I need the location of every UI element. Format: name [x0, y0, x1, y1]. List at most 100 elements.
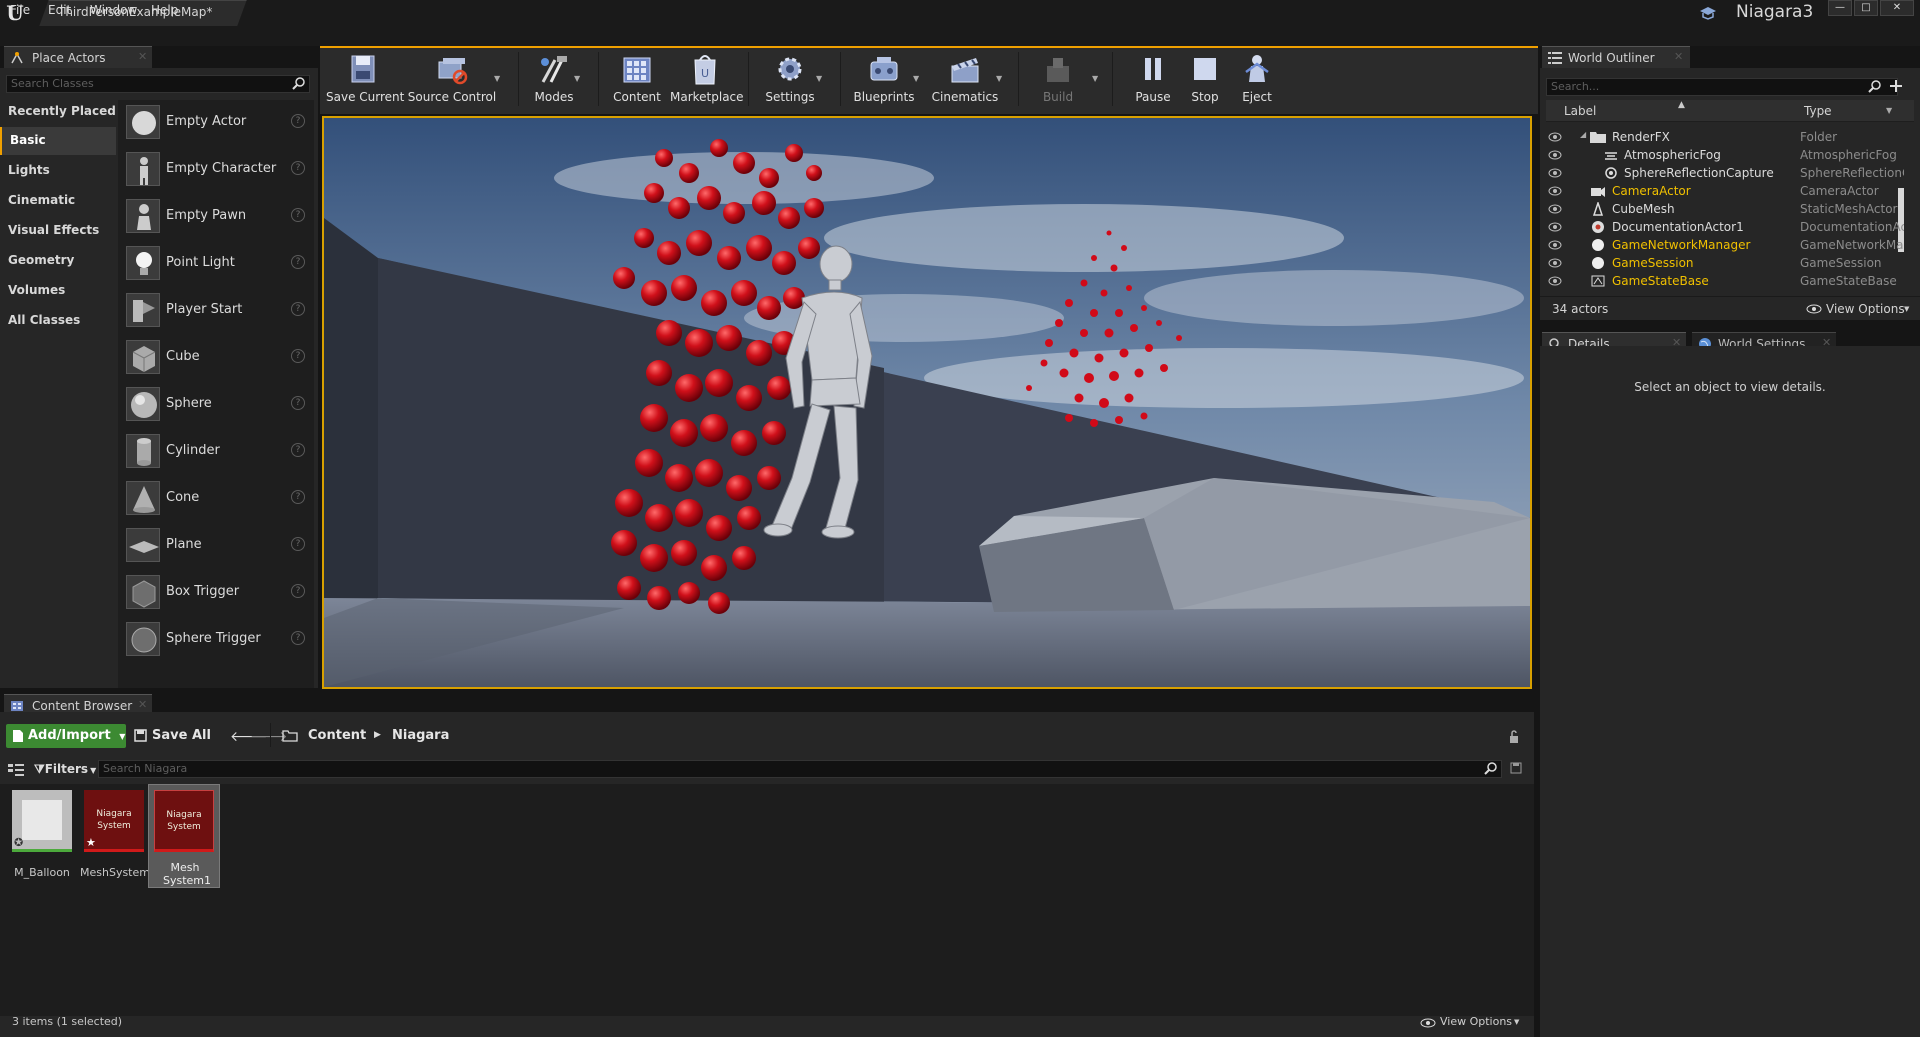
save-current-button[interactable]: Save Current: [326, 52, 404, 108]
visibility-eye-icon[interactable]: [1548, 240, 1562, 250]
close-tab-icon[interactable]: ✕: [1674, 50, 1683, 63]
build-button[interactable]: Build: [1024, 52, 1092, 108]
outliner-row-documentationactor1[interactable]: DocumentationActor1 DocumentationAc: [1546, 218, 1906, 236]
search-icon[interactable]: [1484, 761, 1498, 775]
outliner-row-cameraactor[interactable]: CameraActor CameraActor: [1546, 182, 1906, 200]
cinematics-dropdown-icon[interactable]: ▼: [996, 74, 1002, 83]
outliner-row-spherereflectioncapture[interactable]: SphereReflectionCapture SphereReflection…: [1546, 164, 1906, 182]
actor-item-empty-character[interactable]: Empty Character ?: [118, 146, 314, 193]
outliner-row-gamenetworkmanager[interactable]: GameNetworkManager GameNetworkMar: [1546, 236, 1906, 254]
category-all-classes[interactable]: All Classes: [0, 307, 116, 335]
visibility-eye-icon[interactable]: [1548, 132, 1562, 142]
category-basic[interactable]: Basic: [0, 127, 116, 155]
actor-item-sphere[interactable]: Sphere ?: [118, 381, 314, 428]
minimize-button[interactable]: —: [1828, 0, 1852, 16]
sources-panel-icon[interactable]: [8, 763, 24, 777]
close-tab-icon[interactable]: ✕: [138, 50, 147, 63]
favorite-star-icon[interactable]: ★: [86, 836, 96, 849]
content-view-options[interactable]: View Options: [1440, 1015, 1512, 1028]
outliner-row-gamesession[interactable]: GameSession GameSession: [1546, 254, 1906, 272]
tab-world-outliner[interactable]: World Outliner ✕: [1542, 46, 1690, 68]
lock-icon[interactable]: [1508, 730, 1520, 744]
column-label-header[interactable]: Label: [1564, 104, 1596, 118]
category-geometry[interactable]: Geometry: [0, 247, 116, 275]
visibility-eye-icon[interactable]: [1548, 222, 1562, 232]
help-icon[interactable]: ?: [291, 208, 305, 222]
cinematics-button[interactable]: Cinematics: [928, 52, 1002, 108]
expand-arrow-icon[interactable]: ◢: [1580, 130, 1586, 139]
visibility-eye-icon[interactable]: [1548, 258, 1562, 268]
help-icon[interactable]: ?: [291, 537, 305, 551]
breadcrumb-content[interactable]: Content: [308, 728, 366, 743]
breadcrumb-niagara[interactable]: Niagara: [392, 728, 449, 743]
level-viewport[interactable]: [322, 116, 1532, 689]
outliner-row-atmosphericfog[interactable]: AtmosphericFog AtmosphericFog: [1546, 146, 1906, 164]
actor-item-plane[interactable]: Plane ?: [118, 522, 314, 569]
help-icon[interactable]: ?: [291, 490, 305, 504]
blueprints-button[interactable]: Blueprints: [848, 52, 920, 108]
sort-ascending-icon[interactable]: ▲: [1678, 100, 1685, 110]
outliner-row-cubemesh[interactable]: CubeMesh StaticMeshActor: [1546, 200, 1906, 218]
source-control-button[interactable]: Source Control: [404, 52, 500, 108]
maximize-button[interactable]: □: [1854, 0, 1878, 16]
actor-item-empty-pawn[interactable]: Empty Pawn ?: [118, 193, 314, 240]
category-lights[interactable]: Lights: [0, 157, 116, 185]
category-recently-placed[interactable]: Recently Placed: [0, 98, 116, 126]
actor-item-cylinder[interactable]: Cylinder ?: [118, 428, 314, 475]
help-icon[interactable]: ?: [291, 443, 305, 457]
category-cinematic[interactable]: Cinematic: [0, 187, 116, 215]
favorite-star-icon[interactable]: ✪: [14, 836, 23, 849]
actor-item-cone[interactable]: Cone ?: [118, 475, 314, 522]
close-tab-icon[interactable]: ✕: [138, 698, 147, 711]
settings-dropdown-icon[interactable]: ▼: [816, 74, 822, 83]
build-dropdown-icon[interactable]: ▼: [1092, 74, 1098, 83]
view-options-dropdown-icon[interactable]: ▼: [1904, 305, 1909, 313]
marketplace-button[interactable]: U Marketplace: [670, 52, 744, 108]
view-options-dropdown-icon[interactable]: ▼: [1514, 1018, 1519, 1026]
help-icon[interactable]: ?: [291, 114, 305, 128]
source-control-dropdown-icon[interactable]: ▼: [494, 74, 500, 83]
content-button[interactable]: Content: [606, 52, 668, 108]
menu-file[interactable]: File: [10, 3, 30, 17]
visibility-eye-icon[interactable]: [1548, 168, 1562, 178]
actor-item-empty-actor[interactable]: Empty Actor ?: [118, 99, 314, 146]
stop-button[interactable]: Stop: [1182, 52, 1228, 108]
add-import-button[interactable]: Add/Import ▼: [6, 724, 126, 748]
help-icon[interactable]: ?: [291, 349, 305, 363]
visibility-eye-icon[interactable]: [1548, 150, 1562, 160]
filters-button[interactable]: ⧩Filters ▼: [34, 762, 96, 777]
content-search-input[interactable]: Search Niagara: [98, 760, 1502, 778]
settings-button[interactable]: Settings: [756, 52, 824, 108]
tab-place-actors[interactable]: Place Actors ✕: [4, 46, 152, 68]
help-icon[interactable]: ?: [291, 255, 305, 269]
blueprints-dropdown-icon[interactable]: ▼: [913, 74, 919, 83]
menu-edit[interactable]: Edit: [48, 3, 71, 17]
search-icon[interactable]: [1868, 79, 1882, 93]
actor-item-sphere-trigger[interactable]: Sphere Trigger ?: [118, 616, 314, 663]
search-classes-input[interactable]: Search Classes: [6, 75, 310, 93]
visibility-eye-icon[interactable]: [1548, 204, 1562, 214]
outliner-view-options[interactable]: View Options: [1826, 302, 1905, 316]
actor-item-point-light[interactable]: Point Light ?: [118, 240, 314, 287]
asset-tile-meshsystem[interactable]: Niagara System ★ MeshSystem: [80, 786, 150, 886]
help-icon[interactable]: ?: [291, 161, 305, 175]
actor-item-box-trigger[interactable]: Box Trigger ?: [118, 569, 314, 616]
menu-help[interactable]: Help: [151, 3, 178, 17]
breadcrumb-arrow-icon[interactable]: ▶: [374, 730, 381, 740]
save-search-icon[interactable]: [1510, 762, 1522, 774]
add-actor-icon[interactable]: [1888, 78, 1904, 94]
asset-tile-m-balloon[interactable]: ✪ M_Balloon: [8, 786, 76, 886]
help-icon[interactable]: ?: [291, 631, 305, 645]
actor-item-cube[interactable]: Cube ?: [118, 334, 314, 381]
modes-dropdown-icon[interactable]: ▼: [574, 74, 580, 83]
actor-item-player-start[interactable]: Player Start ?: [118, 287, 314, 334]
menu-window[interactable]: Window: [90, 3, 137, 17]
eject-button[interactable]: Eject: [1234, 52, 1280, 108]
search-icon[interactable]: [292, 76, 306, 90]
visibility-eye-icon[interactable]: [1548, 276, 1562, 286]
pause-button[interactable]: Pause: [1130, 52, 1176, 108]
outliner-row-gamestatebase[interactable]: GameStateBase GameStateBase: [1546, 272, 1906, 290]
help-icon[interactable]: ?: [291, 396, 305, 410]
asset-tile-mesh-system1[interactable]: Niagara System Mesh System1: [148, 784, 220, 888]
help-icon[interactable]: ?: [291, 302, 305, 316]
